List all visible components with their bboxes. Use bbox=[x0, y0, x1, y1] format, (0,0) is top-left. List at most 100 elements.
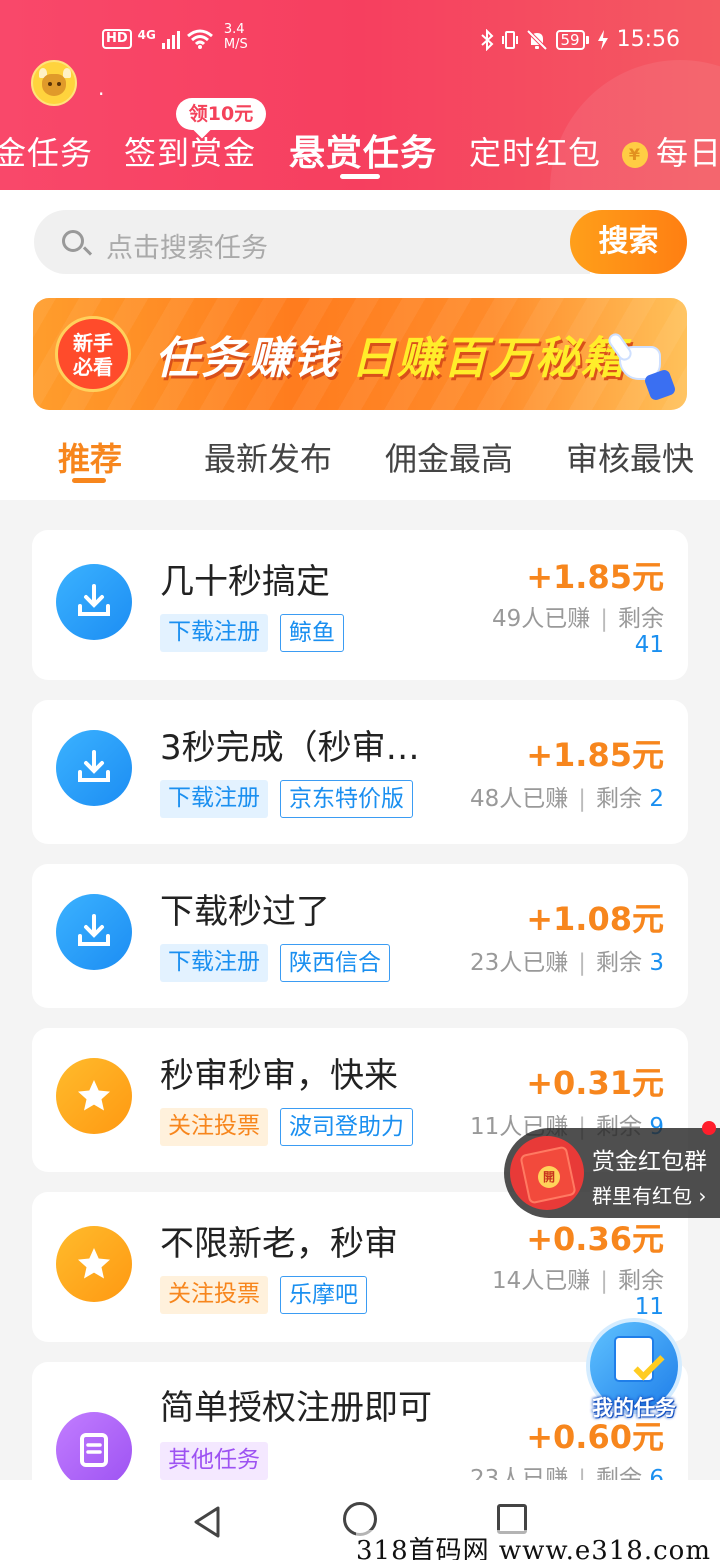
task-title: 简单授权注册即可 bbox=[160, 1388, 432, 1428]
promo-banner[interactable]: 新手 必看 任务赚钱 日赚百万秘籍 bbox=[33, 298, 687, 410]
signal-icon bbox=[161, 29, 180, 49]
badge-line1: 新手 bbox=[73, 331, 113, 355]
task-category-tag: 关注投票 bbox=[160, 1276, 268, 1314]
task-remain-count: 3 bbox=[649, 950, 664, 976]
task-title: 3秒完成（秒审… bbox=[160, 728, 420, 768]
status-left: HD 4G 3.4 M/S bbox=[102, 22, 248, 52]
vibrate-icon bbox=[501, 30, 518, 49]
tab-checkin-reward[interactable]: 签到赏金 bbox=[124, 128, 256, 174]
task-title: 下载秒过了 bbox=[160, 892, 330, 932]
task-tags: 下载注册 京东特价版 bbox=[160, 780, 413, 818]
task-remain-label: 剩余 bbox=[596, 786, 643, 812]
search-button[interactable]: 搜索 bbox=[570, 210, 687, 274]
task-app-tag: 京东特价版 bbox=[280, 780, 413, 818]
tab-bounty-task[interactable]: 悬赏任务 bbox=[289, 124, 437, 176]
task-stats: 23人已赚 | 剩余 6 bbox=[470, 1466, 664, 1480]
sort-tab-indicator bbox=[72, 478, 106, 483]
task-title: 秒审秒审，快来 bbox=[160, 1056, 398, 1096]
chevron-right-icon: › bbox=[698, 1184, 707, 1208]
task-card[interactable]: 下载秒过了 下载注册 陕西信合 +1.08元 23人已赚 | 剩余 3 bbox=[32, 864, 688, 1008]
battery-level: 59 bbox=[555, 29, 585, 50]
back-icon[interactable] bbox=[190, 1504, 226, 1540]
redpacket-group-float[interactable]: 開 赏金红包群 群里有红包 › bbox=[504, 1128, 720, 1218]
task-price: +1.85元 bbox=[526, 736, 664, 774]
task-category-tag: 下载注册 bbox=[160, 614, 268, 652]
task-remain-label: 剩余 bbox=[618, 1268, 664, 1294]
reward-bubble: 领10元 bbox=[176, 98, 266, 130]
hd-icon: HD bbox=[102, 29, 132, 49]
download-icon bbox=[56, 730, 132, 806]
download-icon bbox=[56, 564, 132, 640]
task-tags: 关注投票 乐摩吧 bbox=[160, 1276, 367, 1314]
active-tab-indicator bbox=[340, 174, 380, 179]
pointing-hand-icon bbox=[605, 330, 677, 402]
tab-gold-task[interactable]: 金任务 bbox=[0, 128, 93, 174]
task-category-tag: 下载注册 bbox=[160, 944, 268, 982]
task-price: +1.08元 bbox=[526, 900, 664, 938]
task-remain-count: 41 bbox=[634, 632, 664, 658]
avatar[interactable] bbox=[31, 60, 77, 106]
task-price: +1.85元 bbox=[526, 558, 664, 596]
task-card[interactable]: 几十秒搞定 下载注册 鲸鱼 +1.85元 49人已赚 | 剩余 41 bbox=[32, 530, 688, 680]
group-float-title: 赏金红包群 bbox=[592, 1149, 707, 1175]
notification-dot bbox=[702, 1121, 716, 1135]
my-tasks-button[interactable]: 我的任务 bbox=[582, 1318, 686, 1422]
task-tags: 关注投票 波司登助力 bbox=[160, 1108, 413, 1146]
task-earned: 23人已赚 bbox=[470, 950, 569, 976]
cow-face-icon bbox=[42, 74, 66, 96]
task-stats: 48人已赚 | 剩余 2 bbox=[470, 786, 664, 812]
battery-icon: 59 bbox=[555, 29, 589, 50]
sort-tab-latest[interactable]: 最新发布 bbox=[204, 434, 332, 480]
task-title: 几十秒搞定 bbox=[160, 562, 330, 602]
task-earned: 49人已赚 bbox=[491, 606, 591, 632]
sort-tab-highest-commission[interactable]: 佣金最高 bbox=[385, 434, 513, 480]
top-tabs: 金任务 签到赏金 悬赏任务 定时红包 ¥ 每日 bbox=[0, 122, 720, 182]
status-right: 59 15:56 bbox=[480, 27, 680, 52]
star-icon bbox=[56, 1226, 132, 1302]
task-stats: 14人已赚 | 剩余 11 bbox=[491, 1268, 664, 1320]
badge-line2: 必看 bbox=[73, 355, 113, 379]
download-icon bbox=[56, 894, 132, 970]
task-price: +0.36元 bbox=[526, 1220, 664, 1258]
task-stats: 23人已赚 | 剩余 3 bbox=[470, 950, 664, 976]
tab-daily-label: 每日 bbox=[656, 134, 720, 172]
search-icon bbox=[62, 230, 84, 252]
banner-title-white: 任务赚钱 bbox=[155, 333, 339, 384]
task-card[interactable]: 3秒完成（秒审… 下载注册 京东特价版 +1.85元 48人已赚 | 剩余 2 bbox=[32, 700, 688, 844]
task-earned: 23人已赚 bbox=[470, 1466, 569, 1480]
envelope-seal: 開 bbox=[538, 1166, 560, 1188]
task-app-tag: 陕西信合 bbox=[280, 944, 390, 982]
network-speed: 3.4 M/S bbox=[224, 22, 248, 52]
task-tags: 下载注册 鲸鱼 bbox=[160, 614, 344, 652]
newbie-badge: 新手 必看 bbox=[55, 316, 131, 392]
task-title: 不限新老，秒审 bbox=[160, 1224, 398, 1264]
wifi-icon bbox=[186, 29, 213, 49]
task-tags: 其他任务 bbox=[160, 1442, 268, 1480]
document-icon bbox=[56, 1412, 132, 1480]
watermark: 318首码网 www.e318.com bbox=[356, 1530, 711, 1560]
task-earned: 14人已赚 bbox=[491, 1268, 591, 1294]
sort-tab-recommended[interactable]: 推荐 bbox=[58, 434, 122, 480]
task-app-tag: 波司登助力 bbox=[280, 1108, 413, 1146]
speed-unit: M/S bbox=[223, 37, 248, 52]
search-placeholder: 点击搜索任务 bbox=[106, 233, 268, 264]
app-header: HD 4G 3.4 M/S 59 15:56 . 金任务 签到赏金 悬赏任务 定… bbox=[0, 0, 720, 190]
task-category-tag: 下载注册 bbox=[160, 780, 268, 818]
task-stats: 49人已赚 | 剩余 41 bbox=[491, 606, 664, 658]
status-bar: HD 4G 3.4 M/S 59 15:56 bbox=[0, 0, 720, 80]
sort-tab-fastest-review[interactable]: 审核最快 bbox=[566, 434, 694, 480]
task-category-tag: 关注投票 bbox=[160, 1108, 268, 1146]
task-app-tag: 乐摩吧 bbox=[280, 1276, 367, 1314]
tab-timed-redpacket[interactable]: 定时红包 bbox=[469, 128, 601, 174]
network-type: 4G bbox=[137, 28, 156, 42]
task-remain-label: 剩余 bbox=[596, 950, 643, 976]
banner-title-yellow: 日赚百万秘籍 bbox=[351, 333, 627, 384]
search-input[interactable]: 点击搜索任务 bbox=[34, 210, 590, 274]
task-app-tag: 鲸鱼 bbox=[280, 614, 344, 652]
group-float-subtitle: 群里有红包 › bbox=[592, 1180, 706, 1209]
clock: 15:56 bbox=[616, 27, 680, 52]
red-envelope-icon: 開 bbox=[510, 1136, 584, 1210]
tab-daily[interactable]: ¥ 每日 bbox=[622, 128, 720, 174]
task-remain-label: 剩余 bbox=[618, 606, 664, 632]
my-tasks-label: 我的任务 bbox=[592, 1396, 676, 1420]
